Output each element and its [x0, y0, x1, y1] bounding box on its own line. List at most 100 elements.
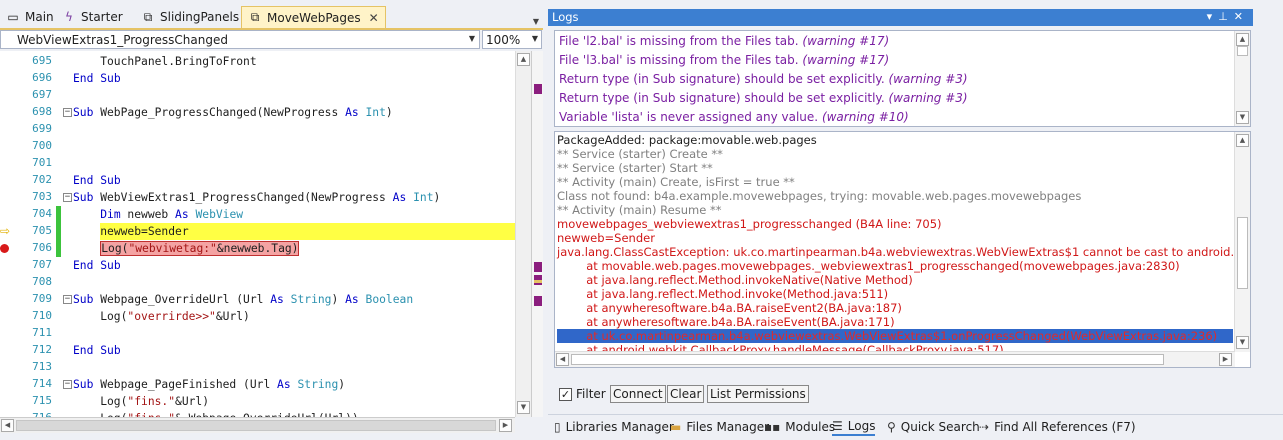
code-line[interactable]: newweb=Sender [73, 223, 527, 240]
line-number: 697 [32, 88, 52, 101]
log-line-selected[interactable]: at uk.co.martinpearman.b4a.webviewextras… [557, 329, 1233, 343]
code-line[interactable]: Log("fins."&Url) [73, 393, 209, 410]
editor-horizontal-scrollbar[interactable]: ◀ ▶ [0, 417, 515, 433]
filter-checkbox[interactable]: ✓ [559, 388, 572, 401]
bottom-tool-tabs: ▯ Libraries Manager ▬ Files Manager ▪▪ Module… [548, 414, 1283, 436]
bottom-tab-libraries-manager[interactable]: ▯ Libraries Manager [554, 418, 674, 436]
warning-item[interactable]: File 'l3.bal' is missing from the Files … [559, 53, 889, 67]
zoom-dropdown[interactable]: 100% ▼ [482, 30, 542, 49]
log-line[interactable]: java.lang.ClassCastException: uk.co.mart… [557, 245, 1250, 259]
code-line[interactable]: Dim newweb As WebView [73, 206, 243, 223]
scroll-thumb[interactable] [1237, 46, 1248, 56]
code-line[interactable]: End Sub [73, 172, 121, 189]
overview-marker [534, 262, 542, 272]
code-line[interactable]: TouchPanel.BringToFront [73, 53, 256, 70]
fold-toggle-icon[interactable]: − [63, 295, 72, 304]
line-number: 709 [32, 292, 52, 305]
scroll-down-icon[interactable]: ▼ [1236, 111, 1249, 124]
scroll-thumb[interactable] [571, 354, 1164, 365]
bottom-tab-logs[interactable]: ☰ Logs [832, 418, 876, 436]
tab-slidingpanels[interactable]: ⧉ SlidingPanels [135, 6, 245, 28]
search-icon: ⚲ [887, 420, 896, 434]
console-vertical-scrollbar[interactable]: ▲ ▼ [1234, 132, 1250, 352]
scroll-right-icon[interactable]: ▶ [1219, 353, 1232, 366]
log-line[interactable]: at anywheresoftware.b4a.BA.raiseEvent(BA… [557, 315, 894, 329]
warning-item[interactable]: Return type (in Sub signature) should be… [559, 72, 968, 86]
bottom-tab-find-all-references-f7[interactable]: ⇢ Find All References (F7) [979, 418, 1136, 436]
code-area[interactable]: 695 TouchPanel.BringToFront 696 End Sub 697… [0, 51, 543, 417]
log-console[interactable]: at android.webkit.CallbackProxy.handleMe… [554, 131, 1251, 368]
log-line[interactable]: ** Activity (main) Resume ** [557, 203, 721, 217]
code-line[interactable]: Sub Webpage_OverrideUrl (Url As String) … [73, 291, 413, 308]
scroll-left-icon[interactable]: ◀ [556, 353, 569, 366]
log-line[interactable]: at anywheresoftware.b4a.BA.raiseEvent2(B… [557, 301, 902, 315]
warning-item[interactable]: Return type (in Sub signature) should be… [559, 91, 968, 105]
code-line[interactable]: Sub WebViewExtras1_ProgressChanged(NewPr… [73, 189, 440, 206]
bottom-tab-label: Files Manager [686, 420, 770, 434]
bottom-tab-modules[interactable]: ▪▪ Modules [764, 418, 835, 436]
list-permissions-button[interactable]: List Permissions [707, 385, 809, 403]
log-line[interactable]: at java.lang.reflect.Method.invokeNative… [557, 273, 912, 287]
scroll-thumb[interactable] [1237, 217, 1248, 289]
warning-item[interactable]: Variable 'lista' is never assigned any v… [559, 110, 909, 124]
scroll-right-icon[interactable]: ▶ [499, 419, 512, 432]
scroll-up-icon[interactable]: ▲ [517, 53, 530, 66]
log-line[interactable]: PackageAdded: package:movable.web.pages [557, 133, 817, 147]
tab-starter[interactable]: ϟ Starter [56, 6, 129, 28]
close-icon[interactable]: ✕ [1234, 10, 1249, 23]
chevron-down-icon[interactable]: ▾ [1207, 10, 1219, 23]
code-line[interactable]: Log("webviwetag:"&newweb.Tag) [73, 240, 300, 257]
scroll-up-icon[interactable]: ▲ [1236, 33, 1249, 46]
warning-text: Variable 'lista' is never assigned any v… [559, 110, 819, 124]
code-line[interactable]: Log("fins."& Webpage_OverrideUrl(Url)) [73, 410, 358, 417]
scroll-down-icon[interactable]: ▼ [517, 401, 530, 414]
fold-toggle-icon[interactable]: − [63, 380, 72, 389]
code-editor-pane: ▭ Main ϟ Starter ⧉ SlidingPanels ⧉ MoveW… [0, 0, 543, 440]
console-horizontal-scrollbar[interactable]: ◀ ▶ [555, 351, 1235, 367]
scroll-down-icon[interactable]: ▼ [1236, 336, 1249, 349]
code-line[interactable]: End Sub [73, 70, 121, 87]
code-line[interactable]: Sub WebPage_ProgressChanged(NewProgress … [73, 104, 393, 121]
log-line[interactable]: ** Service (starter) Create ** [557, 147, 723, 161]
close-icon[interactable]: ✕ [369, 11, 379, 25]
scroll-thumb[interactable] [16, 420, 496, 431]
sub-selector-dropdown[interactable]: WebViewExtras1_ProgressChanged ▼ [0, 30, 480, 49]
scroll-left-icon[interactable]: ◀ [1, 419, 14, 432]
pin-icon[interactable]: ⊥ [1218, 10, 1234, 23]
log-line[interactable]: newweb=Sender [557, 231, 655, 245]
line-number: 704 [32, 207, 52, 220]
log-line[interactable]: ** Activity (main) Create, isFirst = tru… [557, 175, 795, 189]
bottom-tab-quick-search[interactable]: ⚲ Quick Search [887, 418, 980, 436]
changed-lines-marker [56, 206, 61, 257]
connect-button[interactable]: Connect [610, 385, 666, 403]
line-number: 700 [32, 139, 52, 152]
code-line[interactable]: End Sub [73, 342, 121, 359]
logs-title-bar: Logs ▾⊥✕ [548, 9, 1253, 26]
tab-movewebpages[interactable]: ⧉ MoveWebPages ✕ [241, 6, 386, 28]
log-line[interactable]: ** Service (starter) Start ** [557, 161, 713, 175]
code-line[interactable]: End Sub [73, 257, 121, 274]
log-line[interactable]: movewebpages_webviewextras1_progresschan… [557, 217, 942, 231]
tab-label: Main [25, 10, 54, 24]
code-line[interactable]: Sub Webpage_PageFinished (Url As String) [73, 376, 345, 393]
fold-toggle-icon[interactable]: − [63, 108, 72, 117]
code-line[interactable]: Log("overrirde>>"&Url) [73, 308, 250, 325]
line-number: 710 [32, 309, 52, 322]
warnings-list[interactable]: Variable 'lista' is never assigned any v… [554, 30, 1251, 127]
breakpoint-icon[interactable] [0, 244, 9, 253]
chevron-down-icon[interactable]: ▼ [469, 34, 475, 43]
editor-vertical-scrollbar[interactable]: ▲ ▼ [515, 51, 531, 417]
scroll-up-icon[interactable]: ▲ [1236, 134, 1249, 147]
chevron-down-icon[interactable]: ▼ [532, 34, 538, 43]
warnings-scrollbar[interactable]: ▲ ▼ [1234, 31, 1250, 126]
tab-main[interactable]: ▭ Main [0, 6, 60, 28]
log-line[interactable]: at java.lang.reflect.Method.invoke(Metho… [557, 287, 888, 301]
clear-button[interactable]: Clear [667, 385, 705, 403]
log-line[interactable]: Class not found: b4a.example.movewebpage… [557, 189, 1081, 203]
fold-toggle-icon[interactable]: − [63, 193, 72, 202]
warning-item[interactable]: File 'l2.bal' is missing from the Files … [559, 34, 889, 48]
chevron-down-icon[interactable]: ▼ [533, 17, 539, 26]
log-line[interactable]: at movable.web.pages.movewebpages._webvi… [557, 259, 1179, 273]
line-number: 711 [32, 326, 52, 339]
bottom-tab-files-manager[interactable]: ▬ Files Manager [670, 418, 769, 436]
